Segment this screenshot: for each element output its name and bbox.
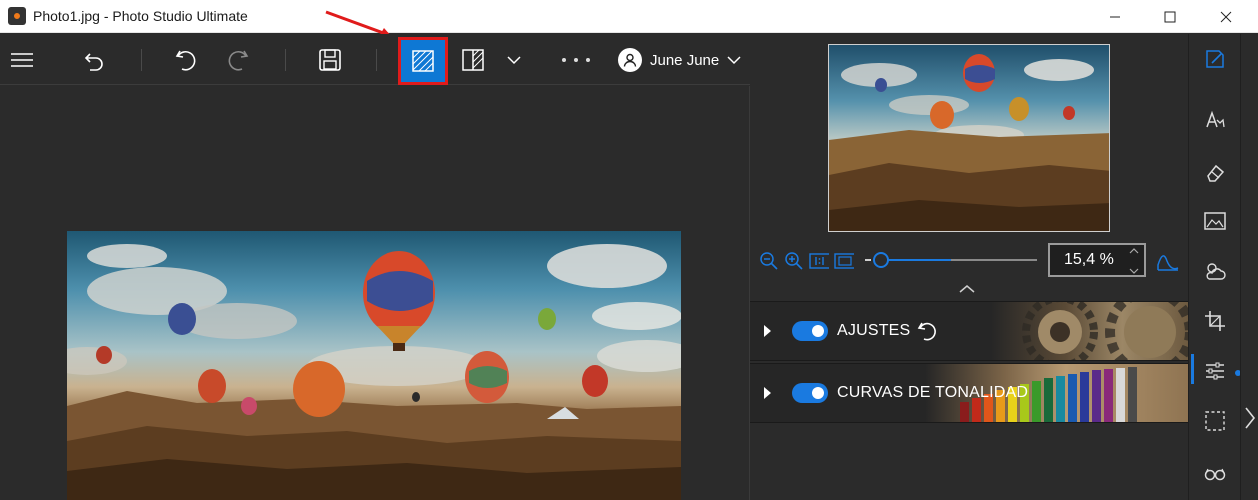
fit-screen-icon	[834, 253, 854, 269]
selection-icon	[1205, 411, 1225, 431]
sidebar-item-weather[interactable]	[1202, 258, 1228, 284]
chevron-down-icon[interactable]	[1129, 268, 1139, 274]
adjust-icon	[1206, 362, 1224, 380]
more-icon	[586, 58, 590, 62]
undo-icon	[175, 50, 196, 71]
zoom-out-icon	[760, 252, 778, 270]
minimize-icon	[1110, 16, 1120, 17]
sidebar-item-text-style[interactable]	[1202, 108, 1228, 134]
zoom-spinner[interactable]	[1128, 248, 1140, 274]
main-photo[interactable]	[67, 231, 681, 500]
menu-button[interactable]	[6, 44, 38, 76]
sidebar-item-frame[interactable]	[1202, 208, 1228, 234]
histogram-button[interactable]	[1156, 251, 1180, 271]
sidebar-item-glasses[interactable]	[1202, 460, 1228, 486]
close-icon	[1220, 11, 1232, 22]
split-view-icon	[412, 50, 434, 72]
before-after-button[interactable]	[457, 44, 489, 76]
maximize-icon	[1164, 11, 1176, 22]
zoom-percent-input[interactable]: 15,4 %	[1048, 243, 1146, 277]
expand-ajustes-icon[interactable]	[764, 325, 771, 337]
save-icon	[319, 49, 341, 71]
actual-size-icon	[809, 253, 829, 269]
navigator-thumbnail[interactable]	[828, 44, 1110, 232]
ajustes-toggle[interactable]	[792, 321, 828, 341]
hamburger-icon	[11, 53, 33, 67]
histogram-icon	[1157, 255, 1179, 271]
more-icon	[574, 58, 578, 62]
before-after-icon	[462, 49, 484, 71]
eraser-icon	[1207, 164, 1225, 182]
view-options-dropdown[interactable]	[498, 44, 530, 76]
panel-ajustes[interactable]: AJUSTES	[750, 301, 1188, 361]
maximize-button[interactable]	[1143, 0, 1197, 33]
actual-size-button[interactable]	[809, 251, 829, 271]
panel-label: CURVAS DE TONALIDAD	[837, 384, 1029, 401]
edit-icon	[1206, 50, 1224, 68]
more-icon	[562, 58, 566, 62]
sidebar-item-eraser[interactable]	[1202, 160, 1228, 186]
panel-label: AJUSTES	[837, 322, 911, 339]
photo-content	[67, 244, 681, 500]
redo-button[interactable]	[222, 44, 254, 76]
zoom-in-button[interactable]	[784, 251, 804, 271]
sidebar-item-edit[interactable]	[1202, 46, 1228, 72]
curvas-toggle[interactable]	[792, 383, 828, 403]
app-logo-icon	[8, 7, 26, 25]
zoom-value: 15,4 %	[1064, 251, 1114, 268]
collapse-sidebar-strip[interactable]	[1240, 34, 1258, 500]
title-bar: Photo1.jpg - Photo Studio Ultimate	[0, 0, 1258, 33]
gears-thumbnail	[1022, 302, 1188, 360]
user-name: June June	[650, 51, 720, 69]
toolbar-separator	[141, 49, 142, 71]
weather-icon	[1206, 263, 1226, 280]
tools-sidebar	[1188, 34, 1241, 500]
glasses-icon	[1204, 468, 1226, 481]
collapse-navigator-icon[interactable]	[958, 284, 976, 294]
close-button[interactable]	[1199, 0, 1253, 33]
chevron-down-icon	[727, 56, 741, 65]
main-toolbar: June June	[0, 34, 750, 85]
right-panel: 15,4 % AJUSTES CURVAS DE TONALIDAD	[750, 34, 1188, 500]
panel-curvas-de-tonalidad[interactable]: CURVAS DE TONALIDAD	[750, 363, 1188, 423]
more-button[interactable]	[562, 58, 590, 62]
undo-button[interactable]	[170, 44, 202, 76]
back-button[interactable]	[78, 44, 110, 76]
reset-icon[interactable]	[916, 320, 938, 342]
frame-icon	[1204, 212, 1226, 230]
sidebar-item-selection[interactable]	[1202, 408, 1228, 434]
zoom-in-icon	[785, 252, 803, 270]
fit-to-screen-button[interactable]	[834, 251, 854, 271]
sidebar-item-crop[interactable]	[1202, 308, 1228, 334]
text-style-icon	[1206, 110, 1225, 128]
zoom-slider-thumb	[873, 252, 889, 268]
split-view-button[interactable]	[398, 37, 448, 85]
toolbar-separator	[285, 49, 286, 71]
save-button[interactable]	[314, 44, 346, 76]
chevron-up-icon[interactable]	[1129, 248, 1139, 254]
zoom-out-button[interactable]	[759, 251, 779, 271]
minimize-button[interactable]	[1088, 0, 1142, 33]
thumbnail-content	[829, 54, 1109, 231]
toolbar-separator	[376, 49, 377, 71]
window-title: Photo1.jpg - Photo Studio Ultimate	[33, 8, 248, 24]
sidebar-item-adjust[interactable]	[1202, 358, 1228, 384]
active-tool-indicator	[1191, 354, 1194, 384]
zoom-slider[interactable]	[863, 249, 1041, 271]
image-canvas[interactable]	[0, 86, 750, 500]
expand-curvas-icon[interactable]	[764, 387, 771, 399]
chevron-right-icon[interactable]	[1243, 406, 1257, 430]
user-menu[interactable]: June June	[618, 47, 741, 73]
user-icon	[618, 48, 642, 72]
zoom-controls: 15,4 %	[750, 239, 1188, 281]
crop-icon	[1205, 311, 1225, 331]
back-icon	[84, 53, 103, 71]
chevron-down-icon	[507, 56, 521, 65]
redo-icon	[228, 50, 249, 71]
